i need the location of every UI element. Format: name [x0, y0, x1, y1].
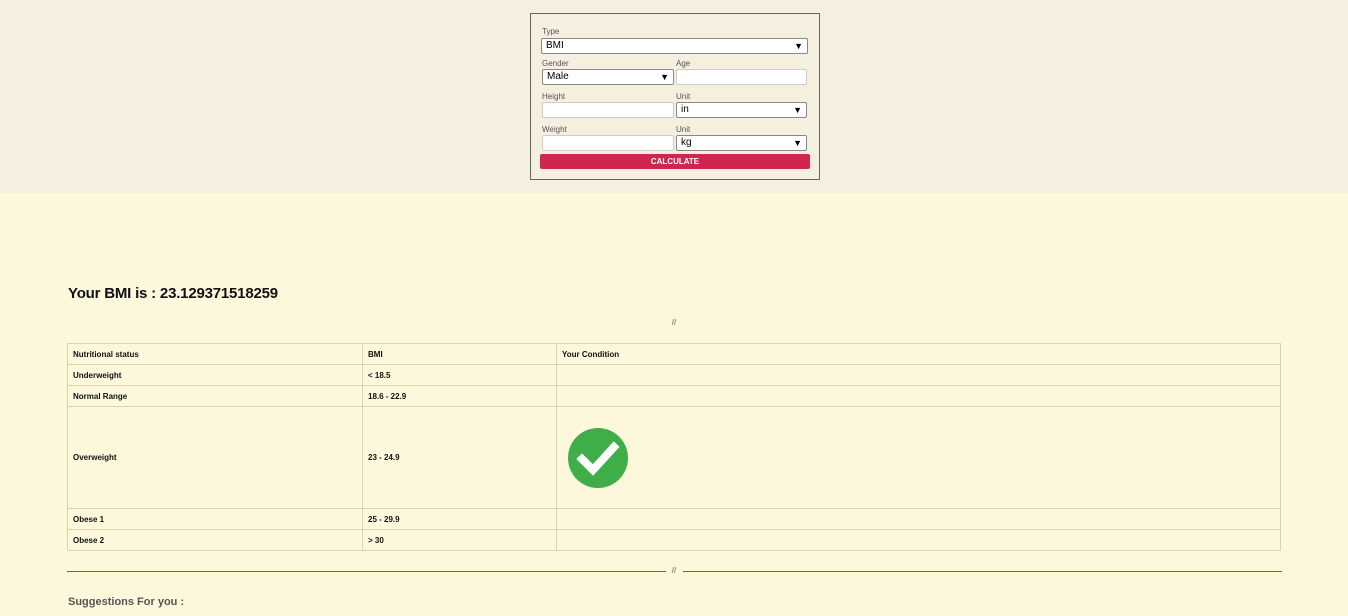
height-label: Height — [542, 92, 566, 101]
suggestions-heading: Suggestions For you : — [68, 596, 185, 608]
table-row: Obese 1 25 - 29.9 — [67, 508, 1281, 530]
bmi-calculator-form: Type BMI ▼ Gender Age Male ▼ Height Unit… — [530, 13, 820, 180]
row-bmi-range: 25 - 29.9 — [362, 508, 557, 530]
row-condition — [556, 406, 1281, 509]
weight-unit-label: Unit — [676, 125, 691, 134]
chevron-down-icon: ▼ — [794, 41, 803, 51]
weight-unit-select[interactable]: kg ▼ — [676, 135, 807, 151]
bmi-result-title: Your BMI is : 23.129371518259 — [68, 285, 278, 302]
type-select-value: BMI — [546, 40, 564, 51]
gender-select[interactable]: Male ▼ — [542, 69, 674, 85]
age-input[interactable] — [676, 69, 807, 85]
weight-input[interactable] — [542, 135, 674, 151]
height-unit-value: in — [681, 104, 689, 115]
row-bmi-range: < 18.5 — [362, 364, 557, 386]
table-header-row: Nutritional status BMI Your Condition — [67, 343, 1281, 365]
chevron-down-icon: ▼ — [793, 105, 802, 115]
check-circle-icon — [568, 427, 628, 488]
section-divider: // — [671, 318, 677, 327]
type-label: Type — [542, 27, 560, 36]
chevron-down-icon: ▼ — [660, 72, 669, 82]
table-row: Overweight 23 - 24.9 — [67, 406, 1281, 509]
weight-label: Weight — [542, 125, 567, 134]
row-condition — [556, 385, 1281, 407]
row-condition — [556, 508, 1281, 530]
header-bmi: BMI — [362, 343, 557, 365]
row-bmi-range: > 30 — [362, 529, 557, 551]
row-bmi-range: 23 - 24.9 — [362, 406, 557, 509]
calculator-header-band: Type BMI ▼ Gender Age Male ▼ Height Unit… — [0, 0, 1348, 193]
weight-unit-value: kg — [681, 137, 692, 148]
row-condition — [556, 364, 1281, 386]
row-status: Obese 2 — [67, 529, 363, 551]
row-condition — [556, 529, 1281, 551]
header-your-condition: Your Condition — [556, 343, 1281, 365]
row-status: Overweight — [67, 406, 363, 509]
height-unit-label: Unit — [676, 92, 691, 101]
height-unit-select[interactable]: in ▼ — [676, 102, 807, 118]
row-status: Underweight — [67, 364, 363, 386]
calculate-button[interactable]: CALCULATE — [540, 154, 810, 169]
row-status: Obese 1 — [67, 508, 363, 530]
footer-divider: // — [671, 566, 677, 575]
gender-select-value: Male — [547, 71, 569, 82]
header-nutritional-status: Nutritional status — [67, 343, 363, 365]
row-bmi-range: 18.6 - 22.9 — [362, 385, 557, 407]
gender-label: Gender — [542, 59, 569, 68]
table-row: Obese 2 > 30 — [67, 529, 1281, 551]
age-label: Age — [676, 59, 691, 68]
row-status: Normal Range — [67, 385, 363, 407]
height-input[interactable] — [542, 102, 674, 118]
table-row: Normal Range 18.6 - 22.9 — [67, 385, 1281, 407]
bmi-status-table: Nutritional status BMI Your Condition Un… — [67, 343, 1281, 551]
table-row: Underweight < 18.5 — [67, 364, 1281, 386]
type-select[interactable]: BMI ▼ — [541, 38, 808, 54]
chevron-down-icon: ▼ — [793, 138, 802, 148]
